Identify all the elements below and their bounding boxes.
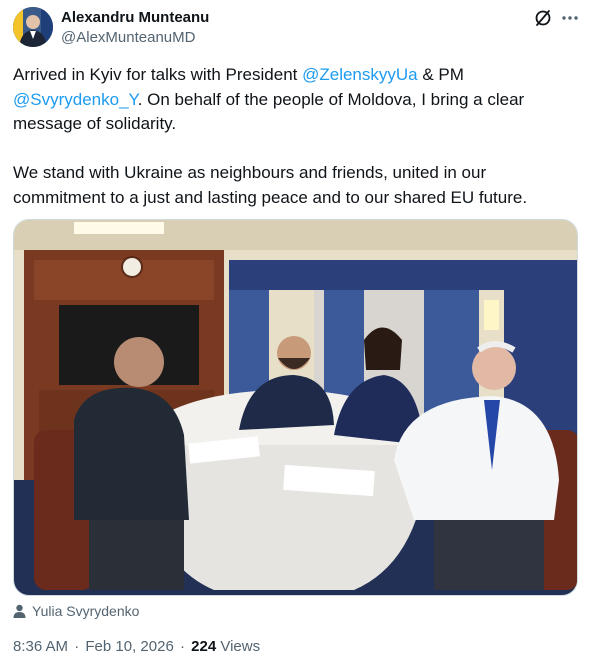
tweet: Alexandru Munteanu @AlexMunteanuMD Arriv…: [0, 0, 602, 665]
tweet-date[interactable]: Feb 10, 2026: [85, 638, 173, 655]
tweet-text-paragraph: We stand with Ukraine as neighbours and …: [13, 163, 528, 207]
more-icon[interactable]: [560, 8, 580, 28]
tweet-text-part: Arrived in Kyiv for talks with President: [13, 65, 303, 84]
tweet-text-part: & PM: [417, 65, 469, 84]
meeting-photo: [14, 220, 577, 595]
mention-zelenskyy[interactable]: @ZelenskyyUa: [302, 65, 418, 84]
photo-tag[interactable]: Yulia Svyrydenko: [13, 601, 139, 621]
mention-svyrydenko[interactable]: @Svyrydenko_Y: [13, 90, 138, 109]
tweet-photo[interactable]: [13, 219, 578, 596]
author-name[interactable]: Alexandru Munteanu: [61, 9, 209, 26]
avatar-image: [13, 7, 53, 47]
tweet-time[interactable]: 8:36 AM: [13, 638, 68, 655]
meta-separator: ·: [179, 638, 185, 655]
grok-icon[interactable]: [533, 8, 553, 28]
views-label: Views: [220, 638, 261, 655]
meta-separator: ·: [74, 638, 80, 655]
tweet-meta: 8:36 AM · Feb 10, 2026 · 224 Views: [13, 638, 260, 655]
views-count: 224: [191, 638, 217, 655]
tweet-text: Arrived in Kyiv for talks with President…: [13, 63, 573, 210]
person-icon: [13, 604, 26, 618]
avatar[interactable]: [13, 7, 53, 47]
author-handle[interactable]: @AlexMunteanuMD: [61, 29, 195, 46]
photo-tag-label: Yulia Svyrydenko: [32, 603, 140, 619]
